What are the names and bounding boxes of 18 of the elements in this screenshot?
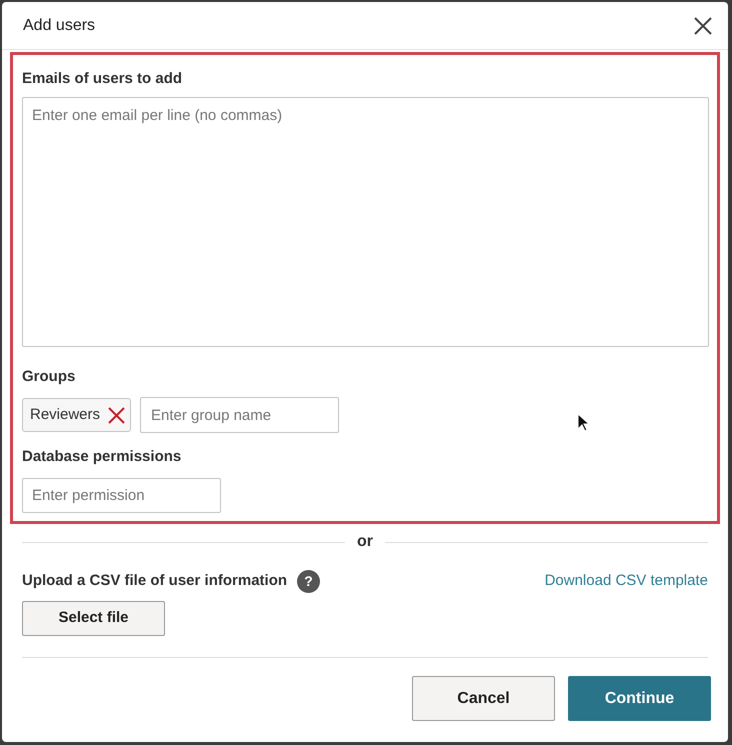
dialog-title: Add users <box>23 16 96 36</box>
divider-label: or <box>357 532 373 552</box>
download-link[interactable]: Download CSV template <box>544 570 708 593</box>
chip-label: Reviewers <box>30 404 100 425</box>
secondary-button[interactable]: Cancel <box>412 676 555 721</box>
select-file-button[interactable]: Select file <box>22 601 165 636</box>
field-label: Emails of users to add <box>22 69 184 89</box>
primary-button[interactable]: Continue <box>568 676 711 721</box>
field-label: Groups <box>22 367 76 387</box>
group-field[interactable]: Enter group name <box>140 397 340 433</box>
close-icon[interactable] <box>693 16 713 36</box>
remove-icon[interactable] <box>108 406 126 424</box>
upload-label: Upload a CSV file of user information <box>22 571 288 592</box>
emails-field[interactable]: Enter one email per line (no commas) <box>22 97 709 347</box>
permission-field[interactable]: Enter permission <box>22 478 221 513</box>
help-icon[interactable]: ? <box>297 570 320 593</box>
field-label: Database permissions <box>22 447 182 467</box>
cursor-icon <box>577 413 590 432</box>
